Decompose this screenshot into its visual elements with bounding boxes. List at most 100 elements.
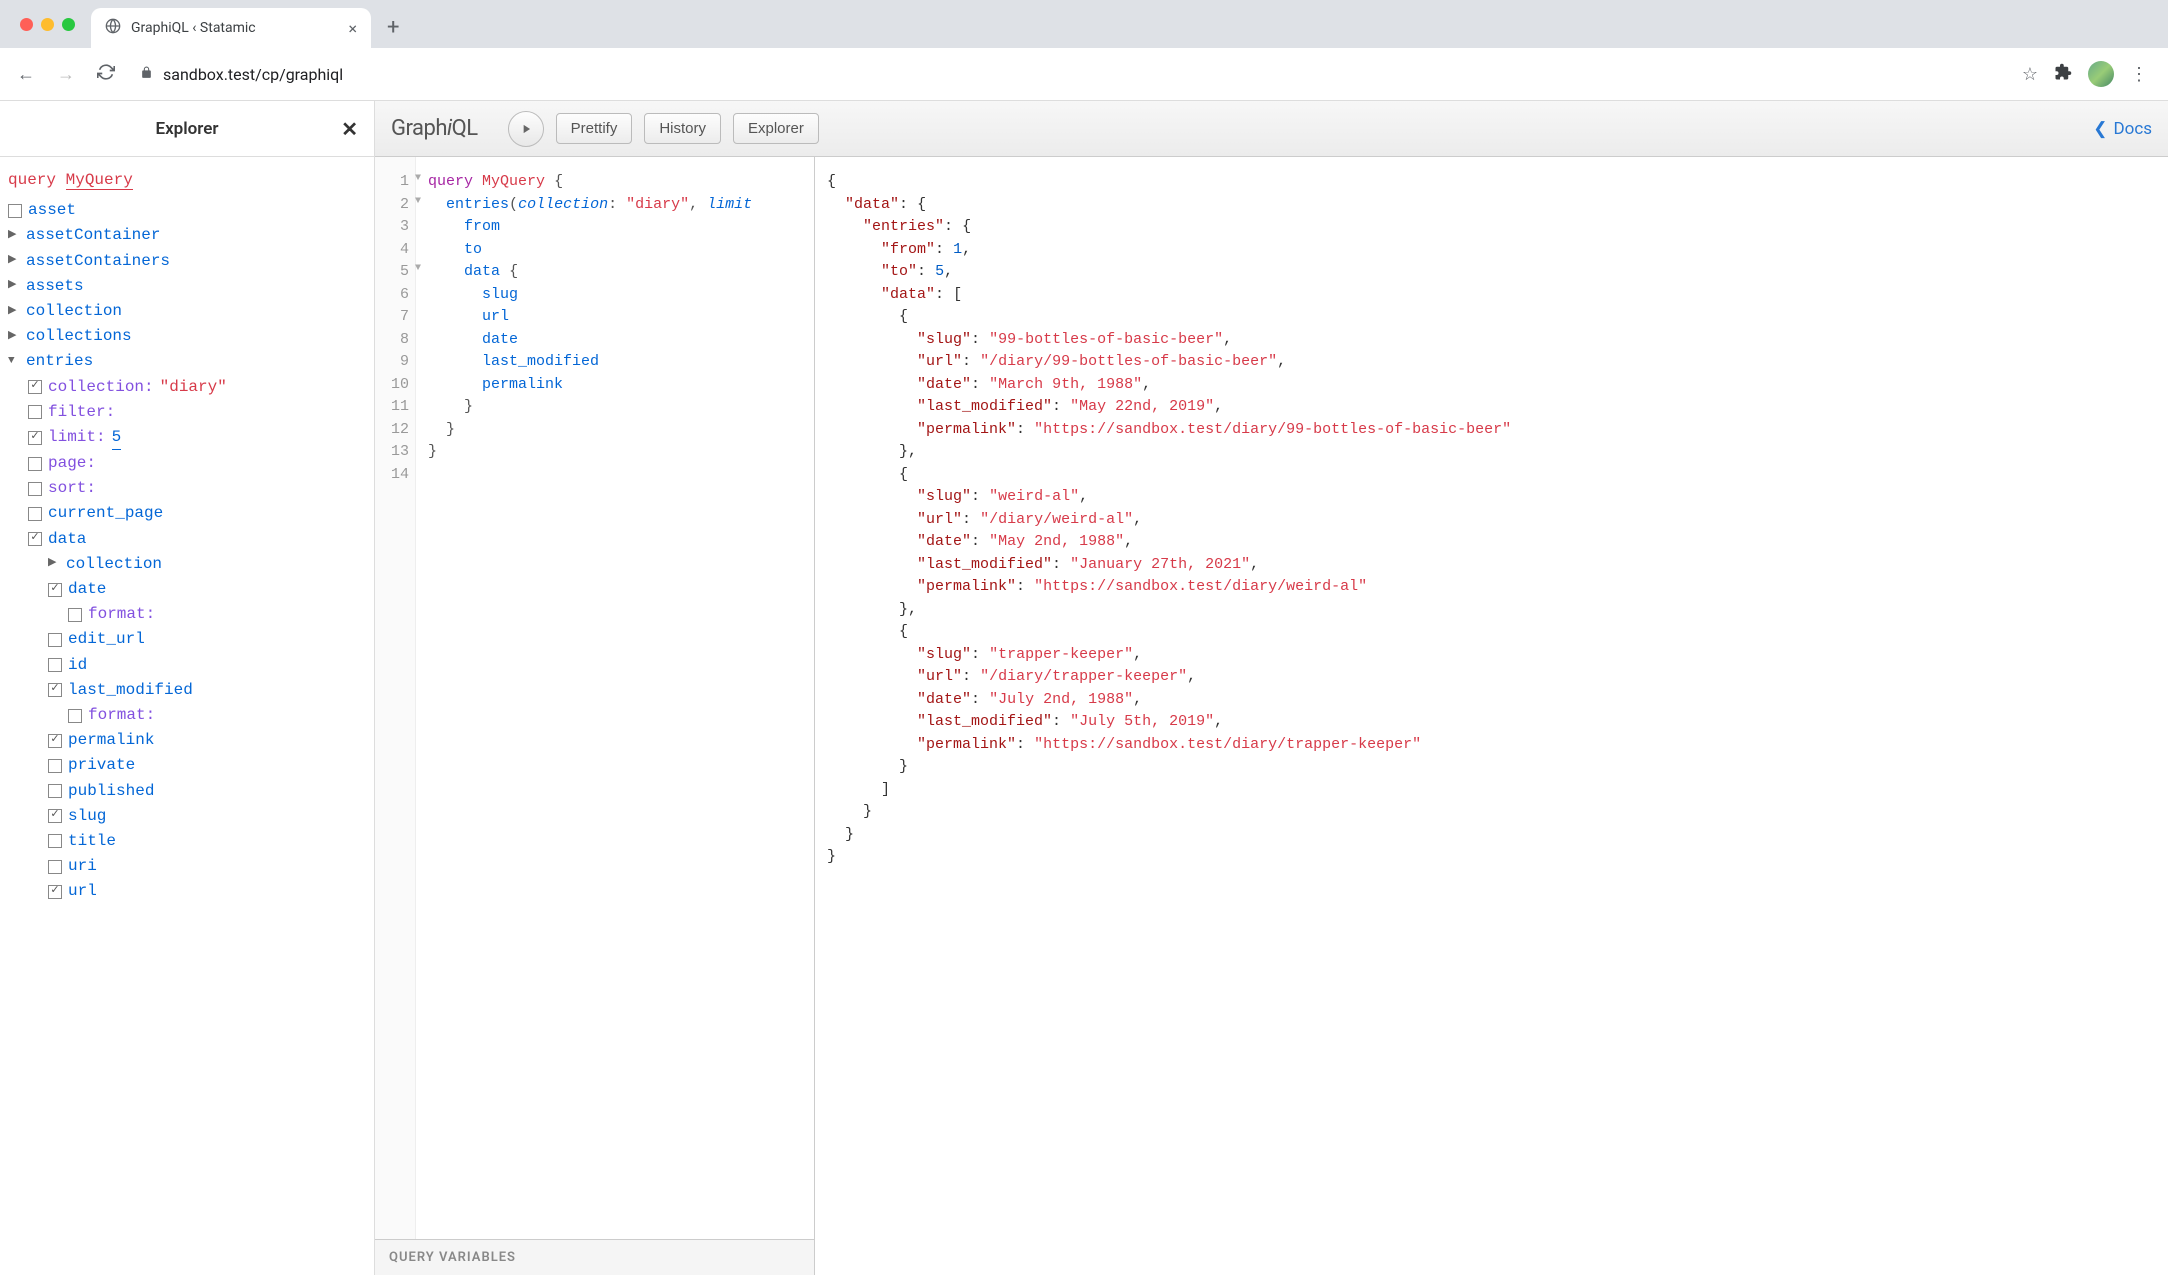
caret-right-icon: ▶ [8, 304, 20, 320]
back-button[interactable]: ← [12, 64, 40, 85]
explorer-panel: Explorer ✕ query MyQuery asset▶assetCont… [0, 101, 375, 1275]
query-editor[interactable]: 1▼2▼345▼67891011121314 query MyQuery { e… [375, 157, 814, 1239]
caret-down-icon: ▼ [8, 354, 20, 370]
checkbox[interactable] [68, 709, 82, 723]
tree-item-assetContainer[interactable]: ▶assetContainer [8, 223, 366, 248]
checkbox[interactable] [28, 380, 42, 394]
checkbox[interactable] [48, 734, 62, 748]
url-bar: ← → sandbox.test/cp/graphiql ☆ ⋮ [0, 48, 2168, 100]
chevron-left-icon: ❮ [2093, 119, 2107, 139]
tree-item-format[interactable]: format: [8, 602, 366, 627]
checkbox[interactable] [48, 759, 62, 773]
tree-item-asset[interactable]: asset [8, 198, 366, 223]
tab-bar: GraphiQL ‹ Statamic × + [0, 0, 2168, 48]
query-variables-toggle[interactable]: QUERY VARIABLES [375, 1239, 814, 1275]
reload-button[interactable] [92, 63, 120, 86]
explorer-button[interactable]: Explorer [733, 113, 819, 144]
query-code[interactable]: query MyQuery { entries(collection: "dia… [416, 157, 764, 1239]
checkbox[interactable] [28, 457, 42, 471]
checkbox[interactable] [48, 683, 62, 697]
checkbox[interactable] [28, 431, 42, 445]
star-icon[interactable]: ☆ [2022, 64, 2038, 85]
lock-icon [140, 66, 153, 83]
tree-item-format[interactable]: format: [8, 703, 366, 728]
main-area: GraphiQL Prettify History Explorer ❮ Doc… [375, 101, 2168, 1275]
caret-right-icon: ▶ [8, 329, 20, 345]
tree-arg-filter[interactable]: filter: [8, 400, 366, 425]
tree-item-id[interactable]: id [8, 653, 366, 678]
new-tab-button[interactable]: + [379, 15, 407, 40]
docs-button[interactable]: ❮ Docs [2093, 119, 2152, 139]
tree-item-collection[interactable]: ▶collection [8, 299, 366, 324]
tree-item-assetContainers[interactable]: ▶assetContainers [8, 249, 366, 274]
forward-button[interactable]: → [52, 64, 80, 85]
browser-chrome: GraphiQL ‹ Statamic × + ← → sandbox.test… [0, 0, 2168, 101]
close-explorer-button[interactable]: ✕ [341, 117, 358, 141]
graphiql-logo: GraphiQL [391, 116, 478, 141]
caret-right-icon: ▶ [8, 253, 20, 269]
checkbox[interactable] [68, 608, 82, 622]
history-button[interactable]: History [644, 113, 721, 144]
tree-item-url[interactable]: url [8, 879, 366, 904]
checkbox[interactable] [48, 885, 62, 899]
checkbox[interactable] [48, 784, 62, 798]
tree-item-published[interactable]: published [8, 779, 366, 804]
tree-item-uri[interactable]: uri [8, 854, 366, 879]
checkbox[interactable] [48, 658, 62, 672]
tree-item-current_page[interactable]: current_page [8, 501, 366, 526]
checkbox[interactable] [28, 532, 42, 546]
tree-arg-limit[interactable]: limit: 5 [8, 425, 366, 451]
tree-item-private[interactable]: private [8, 753, 366, 778]
globe-icon [105, 18, 121, 38]
query-declaration: query MyQuery [8, 169, 366, 192]
tree-item-title[interactable]: title [8, 829, 366, 854]
tab-title: GraphiQL ‹ Statamic [131, 20, 256, 36]
url-text: sandbox.test/cp/graphiql [163, 65, 343, 84]
tree-item-date[interactable]: date [8, 577, 366, 602]
avatar[interactable] [2088, 61, 2114, 87]
checkbox[interactable] [8, 204, 22, 218]
maximize-window-button[interactable] [62, 18, 75, 31]
url-right-controls: ☆ ⋮ [2022, 61, 2156, 87]
toolbar: GraphiQL Prettify History Explorer ❮ Doc… [375, 101, 2168, 157]
tree-item-entries[interactable]: ▼ entries [8, 349, 366, 374]
close-window-button[interactable] [20, 18, 33, 31]
explorer-title: Explorer [155, 119, 218, 139]
explorer-tree: query MyQuery asset▶assetContainer▶asset… [0, 157, 374, 1275]
caret-right-icon: ▶ [48, 556, 60, 572]
tree-item-edit_url[interactable]: edit_url [8, 627, 366, 652]
result-pane[interactable]: { "data": { "entries": { "from": 1, "to"… [815, 157, 2168, 1275]
traffic-lights [12, 18, 83, 31]
menu-icon[interactable]: ⋮ [2130, 64, 2148, 85]
tree-item-last_modified[interactable]: last_modified [8, 678, 366, 703]
tree-item-permalink[interactable]: permalink [8, 728, 366, 753]
tree-item-collection[interactable]: ▶collection [8, 552, 366, 577]
execute-button[interactable] [508, 111, 544, 147]
tree-item-assets[interactable]: ▶assets [8, 274, 366, 299]
checkbox[interactable] [48, 633, 62, 647]
tree-item-slug[interactable]: slug [8, 804, 366, 829]
tree-arg-sort[interactable]: sort: [8, 476, 366, 501]
tree-item-data[interactable]: data [8, 527, 366, 552]
query-pane: 1▼2▼345▼67891011121314 query MyQuery { e… [375, 157, 815, 1275]
checkbox[interactable] [28, 507, 42, 521]
checkbox[interactable] [48, 583, 62, 597]
checkbox[interactable] [48, 809, 62, 823]
browser-tab[interactable]: GraphiQL ‹ Statamic × [91, 8, 371, 48]
explorer-header: Explorer ✕ [0, 101, 374, 157]
minimize-window-button[interactable] [41, 18, 54, 31]
checkbox[interactable] [48, 834, 62, 848]
caret-right-icon: ▶ [8, 278, 20, 294]
extensions-icon[interactable] [2054, 63, 2072, 86]
tree-arg-collection[interactable]: collection: "diary" [8, 375, 366, 400]
editor-split: 1▼2▼345▼67891011121314 query MyQuery { e… [375, 157, 2168, 1275]
close-tab-button[interactable]: × [348, 19, 357, 38]
checkbox[interactable] [28, 405, 42, 419]
url-field[interactable]: sandbox.test/cp/graphiql [132, 65, 2010, 84]
tree-arg-page[interactable]: page: [8, 451, 366, 476]
tree-item-collections[interactable]: ▶collections [8, 324, 366, 349]
checkbox[interactable] [28, 482, 42, 496]
checkbox[interactable] [48, 860, 62, 874]
prettify-button[interactable]: Prettify [556, 113, 633, 144]
app: Explorer ✕ query MyQuery asset▶assetCont… [0, 101, 2168, 1275]
